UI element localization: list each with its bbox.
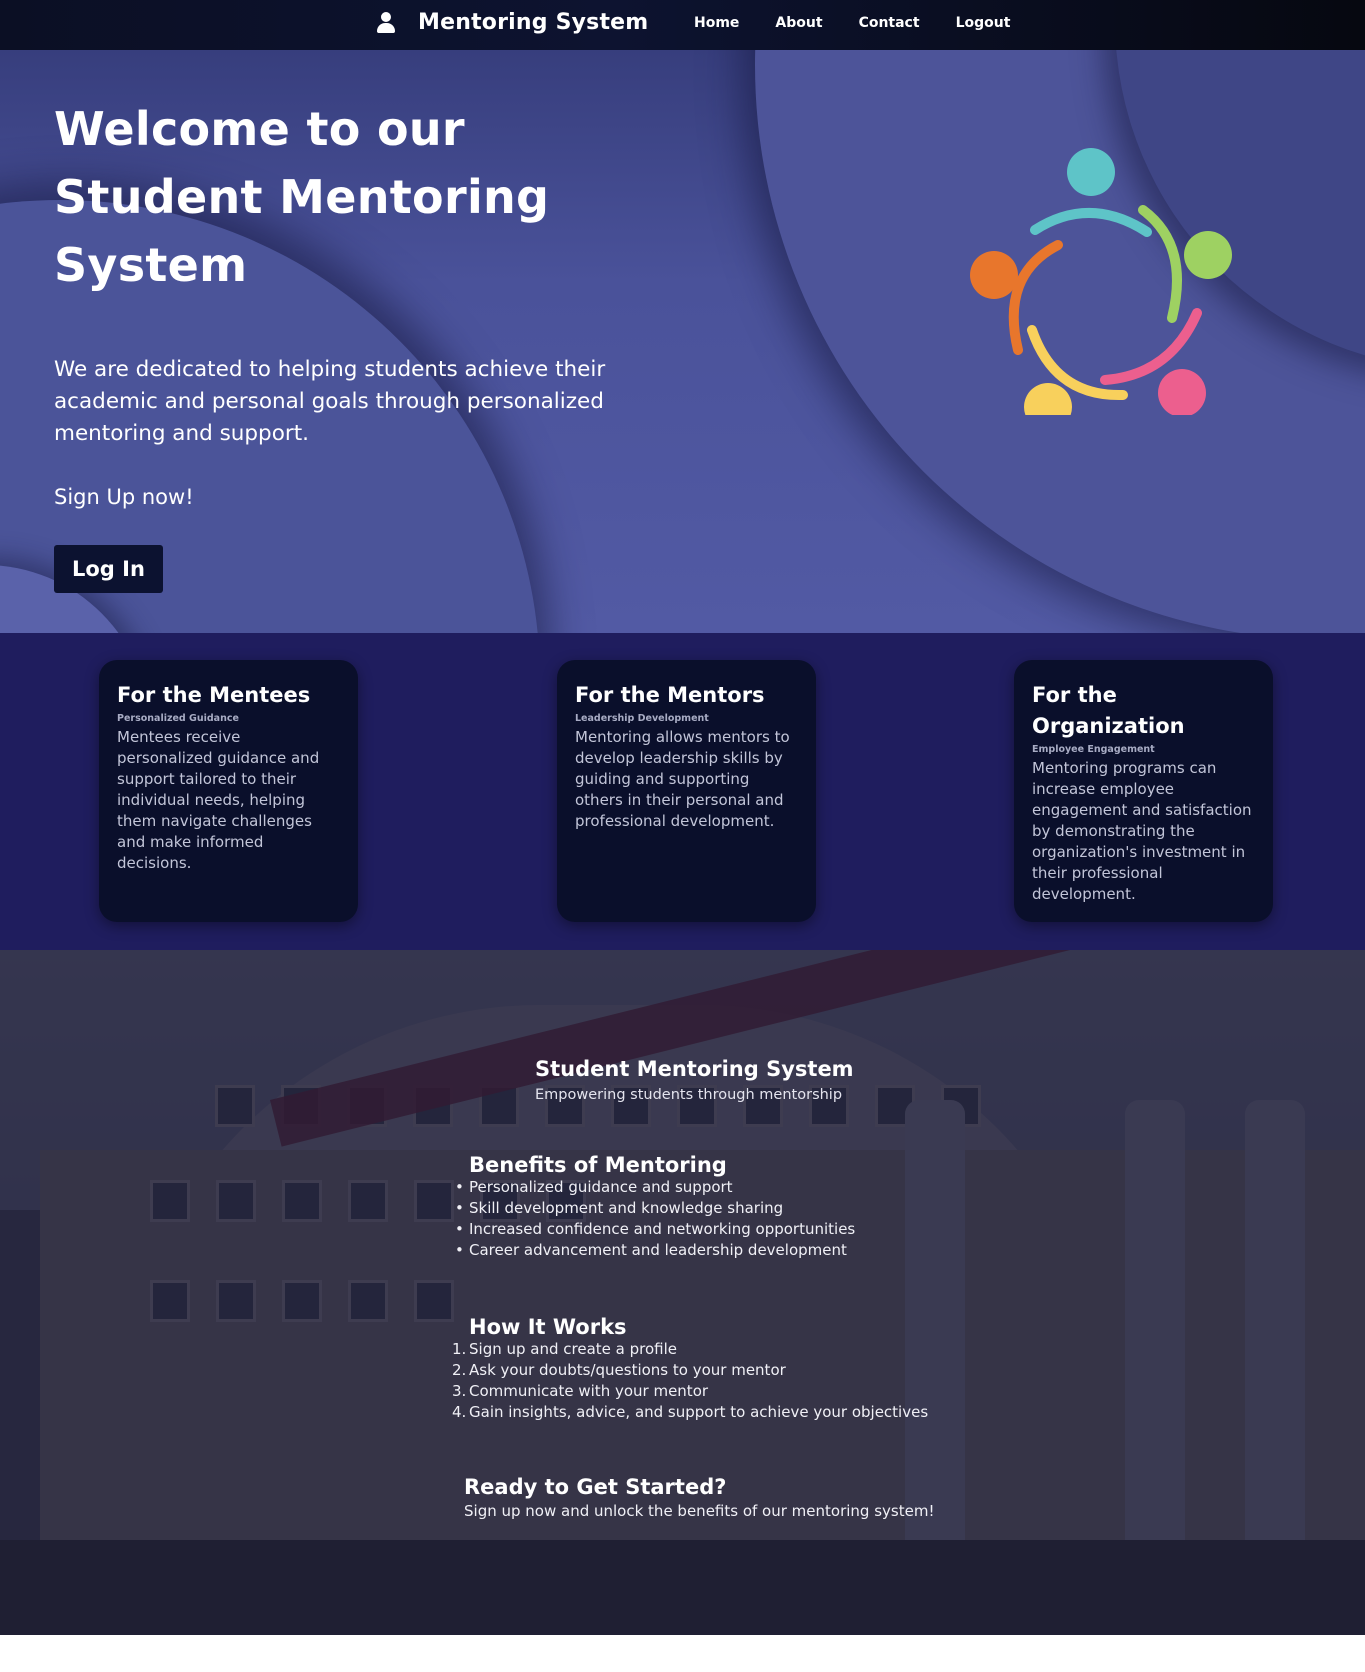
logo-person-head: [1024, 383, 1072, 415]
benefits-heading: Benefits of Mentoring: [469, 1153, 727, 1177]
feature-card-mentors: For the Mentors Leadership Development M…: [557, 660, 816, 922]
benefits-list: Personalized guidance and support Skill …: [455, 1177, 855, 1261]
feature-card-mentees: For the Mentees Personalized Guidance Me…: [99, 660, 358, 922]
list-item: 1. Sign up and create a profile: [452, 1340, 677, 1358]
feature-card-text: Mentoring allows mentors to develop lead…: [575, 728, 790, 830]
list-item: 4. Gain insights, advice, and support to …: [452, 1403, 929, 1421]
benefits-block: Benefits of Mentoring Personalized guida…: [455, 1153, 855, 1261]
feature-card-text: Mentoring programs can increase employee…: [1032, 759, 1252, 903]
step-text: Sign up and create a profile: [469, 1340, 677, 1358]
nav-link-contact[interactable]: Contact: [859, 15, 920, 31]
logo-person-head: [1067, 148, 1115, 196]
list-item: 3. Communicate with your mentor: [452, 1382, 709, 1400]
list-item: Career advancement and leadership develo…: [455, 1240, 855, 1261]
feature-card-subtitle: Employee Engagement: [1032, 744, 1155, 755]
ready-text: Sign up now and unlock the benefits of o…: [464, 1502, 935, 1520]
features-section: For the Mentees Personalized Guidance Me…: [0, 633, 1365, 950]
logo-person-arm: [1138, 205, 1182, 323]
list-item: Skill development and knowledge sharing: [455, 1198, 855, 1219]
ready-block: Ready to Get Started? Sign up now and un…: [464, 1475, 934, 1520]
feature-card-subtitle: Personalized Guidance: [117, 713, 239, 724]
hero-text: Welcome to our Student Mentoring System …: [54, 95, 674, 593]
step-text: Gain insights, advice, and support to ac…: [469, 1403, 929, 1421]
logo-person-arm: [1030, 208, 1152, 237]
navbar: Mentoring System Home About Contact Logo…: [0, 0, 1365, 50]
nav-link-logout[interactable]: Logout: [956, 15, 1011, 31]
how-it-works-heading: How It Works: [469, 1315, 627, 1339]
feature-card-title: For the Mentees: [117, 683, 311, 707]
logo-person-head: [1158, 369, 1206, 415]
brand-title: Mentoring System: [418, 10, 649, 35]
feature-card-text: Mentees receive personalized guidance an…: [117, 728, 320, 872]
user-icon: [376, 11, 396, 35]
campus-subtitle: Empowering students through mentorship: [535, 1087, 843, 1103]
nav-link-about[interactable]: About: [775, 15, 822, 31]
nav-link-home[interactable]: Home: [694, 15, 739, 31]
step-text: Communicate with your mentor: [469, 1382, 709, 1400]
login-button[interactable]: Log In: [54, 545, 163, 593]
step-text: Ask your doubts/questions to your mentor: [469, 1361, 786, 1379]
campus-content: Student Mentoring System Empowering stud…: [0, 950, 1365, 1635]
ready-heading: Ready to Get Started?: [464, 1475, 727, 1499]
hero-description: We are dedicated to helping students ach…: [54, 357, 606, 446]
logo-person-head: [1184, 231, 1232, 279]
how-it-works-block: How It Works 1. Sign up and create a prof…: [452, 1315, 929, 1423]
brand[interactable]: Mentoring System: [376, 10, 648, 35]
list-item: Personalized guidance and support: [455, 1177, 855, 1198]
list-item: Increased confidence and networking oppo…: [455, 1219, 855, 1240]
nav-links: Home About Contact Logout: [694, 15, 1046, 31]
campus-section: Student Mentoring System Empowering stud…: [0, 950, 1365, 1635]
feature-card-subtitle: Leadership Development: [575, 713, 709, 724]
hero-section: Welcome to our Student Mentoring System …: [0, 50, 1365, 633]
signup-prompt: Sign Up now!: [54, 485, 194, 509]
feature-card-title: For the Organization: [1032, 683, 1185, 738]
campus-title: Student Mentoring System: [535, 1057, 854, 1081]
mentoring-logo-icon: [970, 148, 1232, 415]
hero-title: Welcome to our Student Mentoring System: [54, 102, 550, 292]
logo-person-head: [970, 251, 1018, 299]
steps-list: 1. Sign up and create a profile 2. Ask you…: [452, 1339, 929, 1423]
feature-card-title: For the Mentors: [575, 683, 765, 707]
feature-card-organization: For the Organization Employee Engagement…: [1014, 660, 1273, 922]
list-item: 2. Ask your doubts/questions to your ment…: [452, 1361, 786, 1379]
